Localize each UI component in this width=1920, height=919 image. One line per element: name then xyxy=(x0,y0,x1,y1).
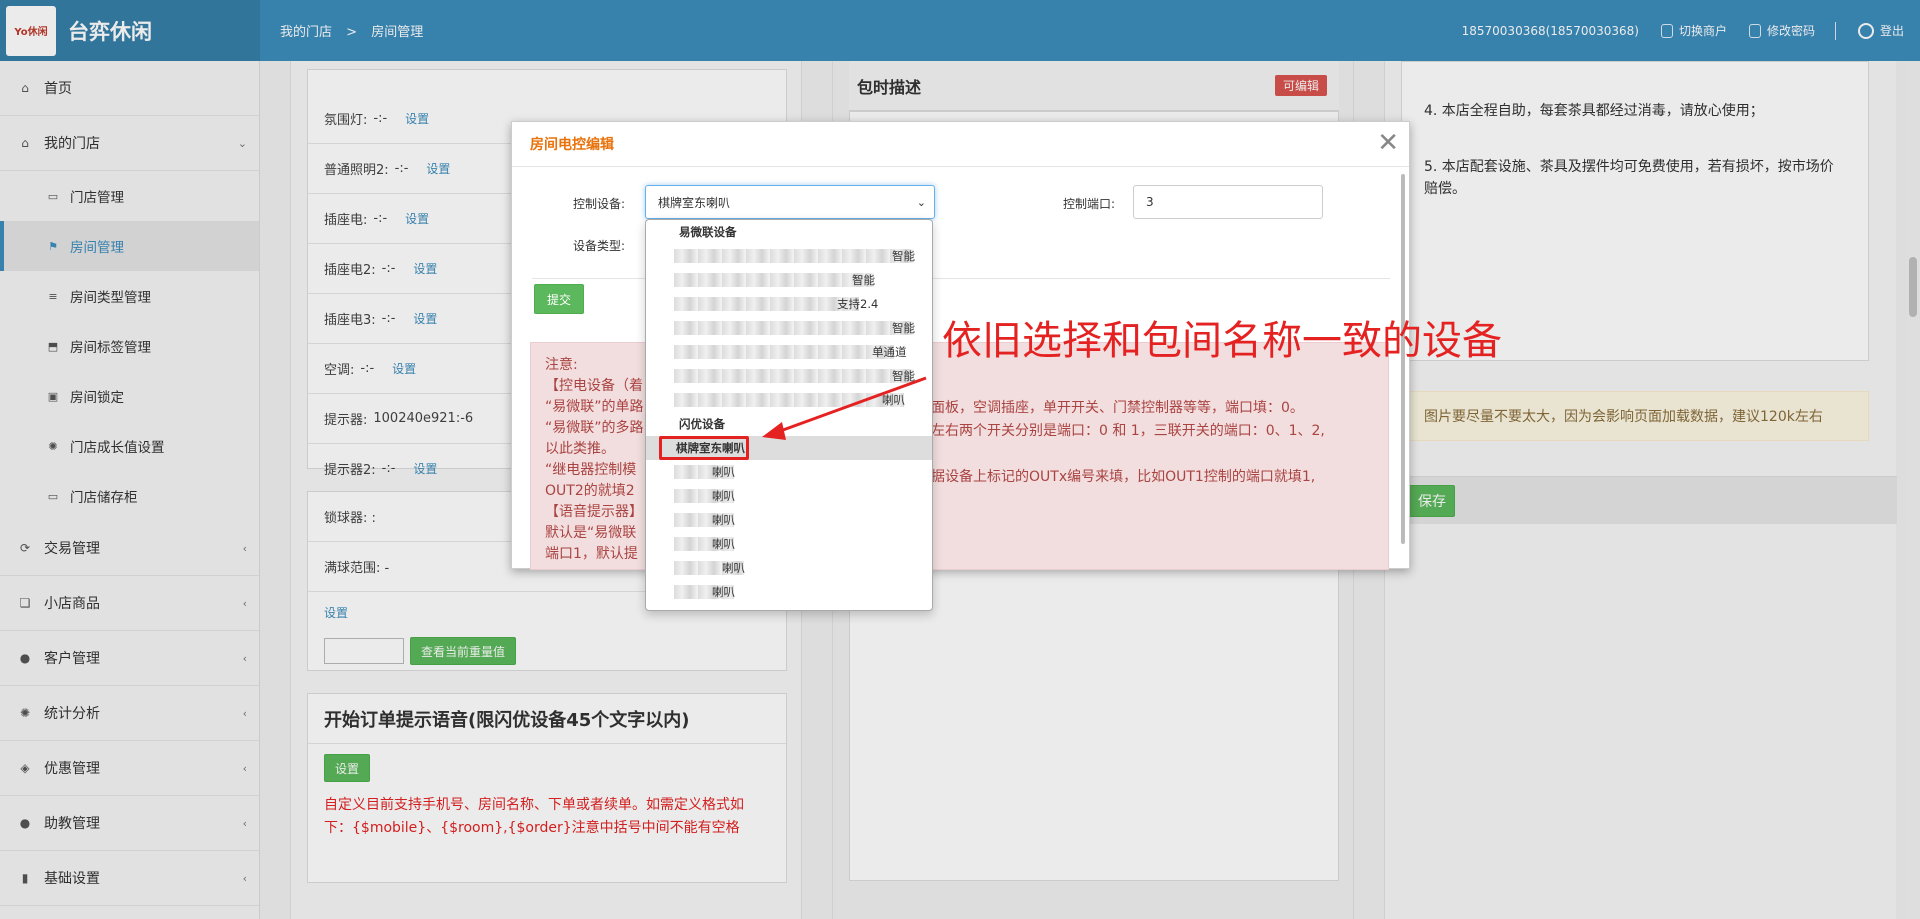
dropdown-option-label: 智能 xyxy=(852,273,875,287)
dropdown-option-label: 喇叭 xyxy=(712,489,735,503)
annotation-arrow xyxy=(762,376,927,440)
dropdown-option-label: 喇叭 xyxy=(712,465,735,479)
dropdown-option-label: 智能 xyxy=(892,369,915,383)
dropdown-option-label: 喇叭 xyxy=(722,561,745,575)
dropdown-option-label: 喇叭 xyxy=(882,393,905,407)
dropdown-option-label: 支持2.4 xyxy=(837,297,879,311)
dropdown-option-label: 喇叭 xyxy=(712,585,735,599)
dropdown-option-label: 棋牌室东喇叭 xyxy=(676,441,745,455)
dropdown-option-label: 智能 xyxy=(892,249,915,263)
annotation-text: 依旧选择和包间名称一致的设备 xyxy=(942,318,1502,364)
dropdown-option-label: 单通道 xyxy=(872,345,907,359)
dropdown-option-label: 智能 xyxy=(892,321,915,335)
dropdown-option-label: 喇叭 xyxy=(712,513,735,527)
dropdown-option-label: 喇叭 xyxy=(712,537,735,551)
